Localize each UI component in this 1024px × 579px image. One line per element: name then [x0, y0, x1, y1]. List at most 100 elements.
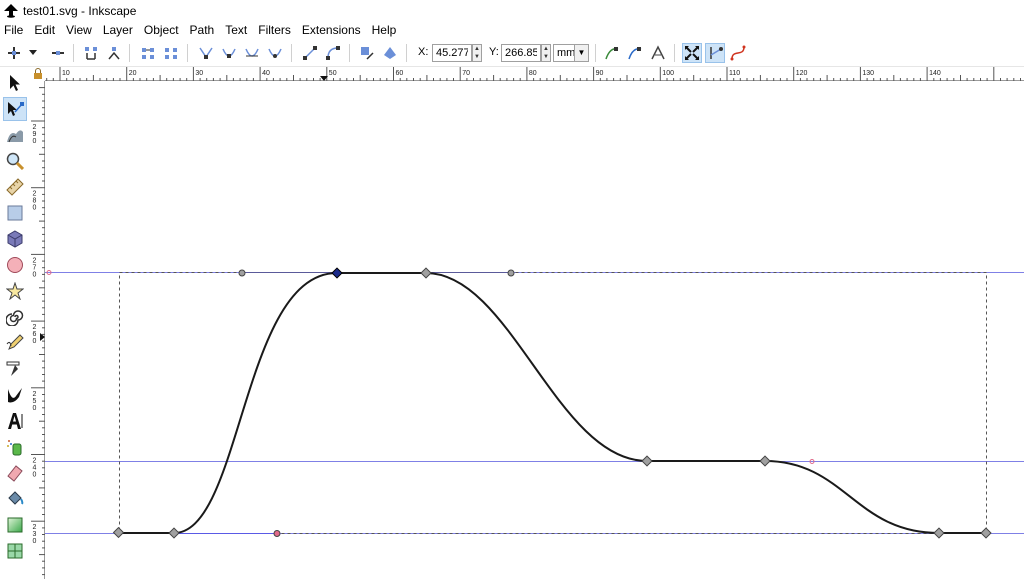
x-coordinate-spinner[interactable]: ▲ ▼	[472, 44, 482, 62]
zoom-magnifier-icon	[6, 152, 24, 170]
path-node-selected[interactable]	[331, 267, 343, 279]
delete-node-button[interactable]	[48, 43, 68, 63]
chevron-down-icon: ▼	[574, 45, 588, 61]
star-tool[interactable]	[3, 279, 27, 303]
calligraphy-tool[interactable]	[3, 383, 27, 407]
y-coordinate-input[interactable]	[501, 44, 541, 62]
drawing-canvas[interactable]	[45, 81, 1024, 579]
edit-clipping-path-button[interactable]	[602, 43, 622, 63]
path-node[interactable]	[641, 455, 653, 467]
ruler-label: 0	[33, 472, 37, 479]
spiral-icon	[6, 310, 24, 326]
curve-segment-button[interactable]	[323, 43, 343, 63]
path-node[interactable]	[420, 267, 432, 279]
path-node[interactable]	[980, 527, 992, 539]
symmetric-node-icon	[245, 48, 259, 57]
menu-help[interactable]: Help	[372, 23, 397, 37]
ruler-label: 2	[33, 191, 37, 198]
y-coordinate-spinner[interactable]: ▲ ▼	[541, 44, 551, 62]
ruler-corner	[31, 67, 45, 81]
show-path-outline-button[interactable]	[728, 43, 748, 63]
smooth-node-button[interactable]	[219, 43, 239, 63]
ruler-label: 60	[396, 70, 404, 77]
path-node[interactable]	[759, 455, 771, 467]
path-effect-button[interactable]	[648, 43, 668, 63]
join-segment-button[interactable]	[138, 43, 158, 63]
pen-tool[interactable]	[3, 357, 27, 381]
ellipse-tool[interactable]	[3, 253, 27, 277]
cusp-node-icon	[199, 47, 213, 59]
menu-view[interactable]: View	[66, 23, 92, 37]
symmetric-node-button[interactable]	[242, 43, 262, 63]
spiral-tool[interactable]	[3, 305, 27, 329]
menu-edit[interactable]: Edit	[34, 23, 55, 37]
ruler-label: 6	[33, 331, 37, 338]
stroke-to-path-icon	[384, 47, 396, 59]
insert-node-dropdown[interactable]	[26, 43, 40, 63]
mesh-tool[interactable]	[3, 539, 27, 563]
object-to-path-button[interactable]	[357, 43, 377, 63]
insert-node-button[interactable]	[4, 43, 24, 63]
ruler-label: 50	[329, 70, 337, 77]
break-path-button[interactable]	[104, 43, 124, 63]
line-segment-button[interactable]	[300, 43, 320, 63]
bezier-handle-highlight[interactable]	[273, 530, 281, 537]
selector-tool[interactable]	[3, 71, 27, 95]
ruler-label: 130	[862, 70, 874, 77]
show-handles-icon	[710, 47, 723, 59]
ruler-label: 0	[33, 338, 37, 345]
stroke-to-path-button[interactable]	[380, 43, 400, 63]
measure-tool[interactable]	[3, 175, 27, 199]
node-tool[interactable]	[3, 97, 27, 121]
ruler-label: 40	[262, 70, 270, 77]
ruler-label: 120	[796, 70, 808, 77]
auto-smooth-node-button[interactable]	[265, 43, 285, 63]
3d-box-icon	[7, 230, 23, 248]
menu-text[interactable]: Text	[225, 23, 247, 37]
3d-box-tool[interactable]	[3, 227, 27, 251]
path-outline-icon	[730, 45, 746, 61]
selector-arrow-icon	[10, 75, 20, 91]
path-node[interactable]	[168, 527, 180, 539]
zoom-tool[interactable]	[3, 149, 27, 173]
unit-select[interactable]: mm ▼	[553, 44, 589, 62]
eraser-tool[interactable]	[3, 461, 27, 485]
horizontal-ruler[interactable]: 10 20 30 40 50 60 70 80 90 100 110 120 130 140	[45, 67, 1024, 81]
menu-file[interactable]: File	[4, 23, 23, 37]
delete-segment-button[interactable]	[161, 43, 181, 63]
pen-icon	[6, 361, 20, 376]
x-coordinate-input[interactable]	[432, 44, 472, 62]
menu-filters[interactable]: Filters	[258, 23, 291, 37]
tweak-tool[interactable]	[3, 123, 27, 147]
ruler-label: 0	[33, 405, 37, 412]
show-handles-button[interactable]	[705, 43, 725, 63]
menu-path[interactable]: Path	[190, 23, 215, 37]
gradient-tool[interactable]	[3, 513, 27, 537]
calligraphy-icon	[8, 388, 22, 403]
vertical-ruler[interactable]: 290280270260250240230	[31, 81, 45, 579]
path-node[interactable]	[112, 526, 125, 539]
cusp-node-button[interactable]	[196, 43, 216, 63]
menu-extensions[interactable]: Extensions	[302, 23, 361, 37]
ruler-label: 20	[129, 70, 137, 77]
bezier-path[interactable]	[119, 272, 986, 534]
rectangle-tool[interactable]	[3, 201, 27, 225]
ruler-label: 7	[33, 264, 37, 271]
menu-layer[interactable]: Layer	[103, 23, 133, 37]
join-nodes-button[interactable]	[81, 43, 101, 63]
pencil-tool[interactable]	[3, 331, 27, 355]
insert-node-icon	[8, 47, 20, 59]
show-transform-handles-button[interactable]	[682, 43, 702, 63]
paint-bucket-icon	[8, 491, 24, 505]
menu-object[interactable]: Object	[144, 23, 179, 37]
bezier-handle[interactable]	[507, 269, 515, 277]
bezier-handle[interactable]	[238, 269, 246, 277]
paint-bucket-tool[interactable]	[3, 487, 27, 511]
edit-mask-button[interactable]	[625, 43, 645, 63]
path-node[interactable]	[933, 527, 945, 539]
mesh-icon	[7, 543, 23, 559]
ruler-label: 30	[195, 70, 203, 77]
spray-tool[interactable]	[3, 435, 27, 459]
text-tool[interactable]	[3, 409, 27, 433]
y-coordinate-label: Y:	[489, 46, 499, 58]
